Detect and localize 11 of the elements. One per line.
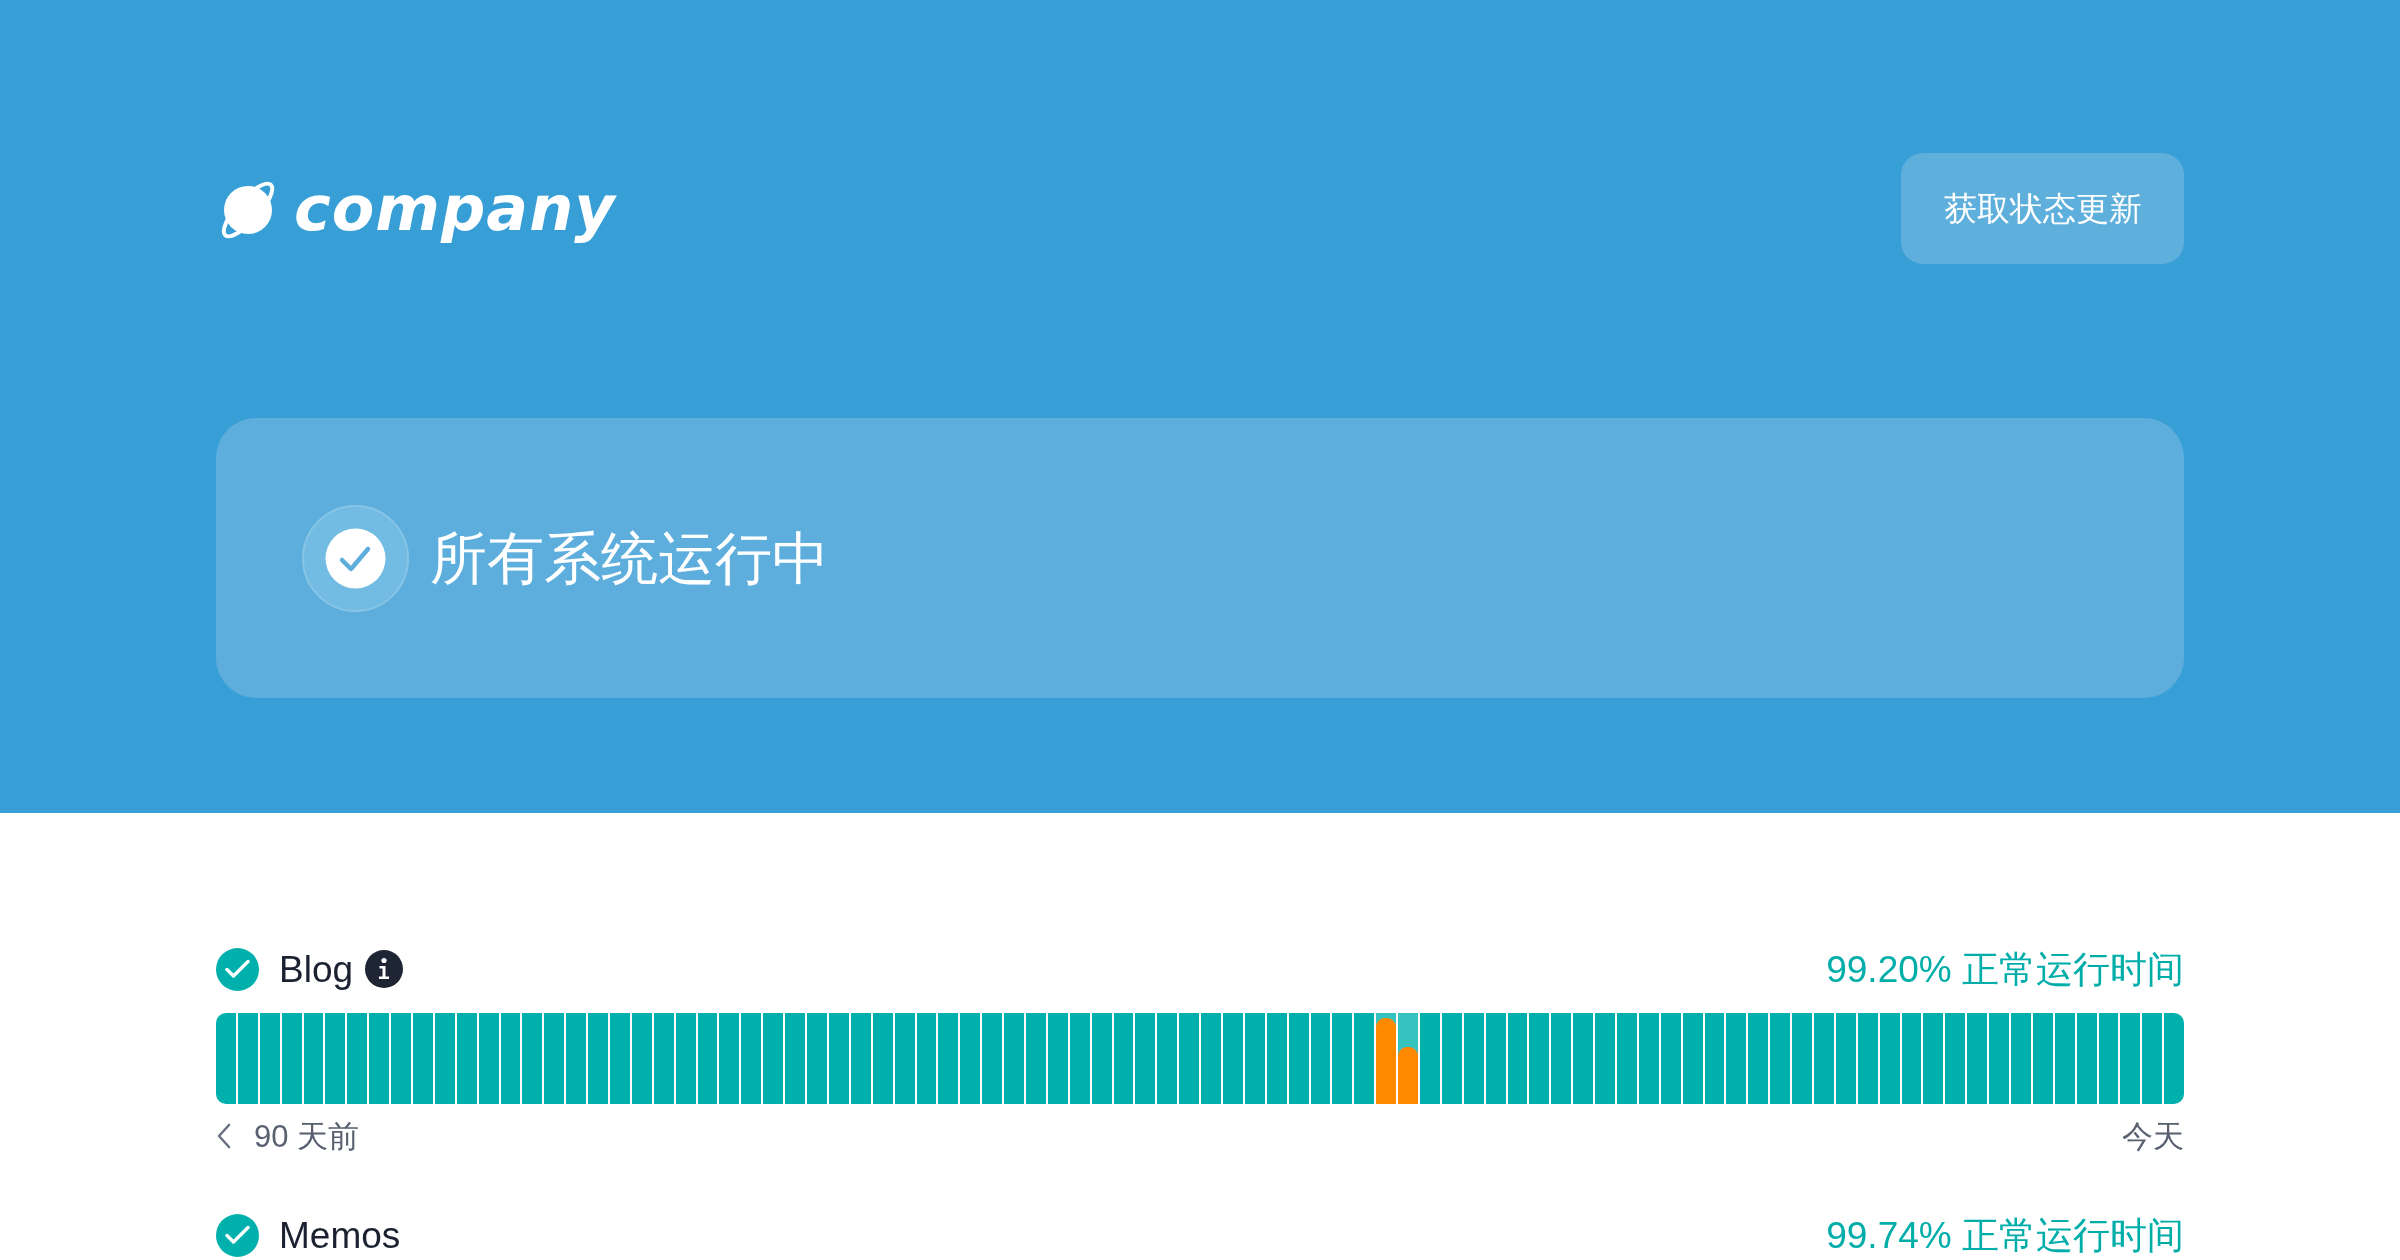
subscribe-button[interactable]: 获取状态更新	[1901, 153, 2184, 264]
range-start-label: 90 天前	[254, 1120, 360, 1152]
component-name: Memos	[279, 1216, 401, 1254]
check-circle-icon	[302, 504, 409, 612]
component-name: Blog	[279, 950, 354, 988]
range-end-label: 今天	[2122, 1120, 2184, 1152]
uptime-percentage: 99.20% 正常运行时间	[1826, 950, 2184, 988]
info-icon[interactable]	[365, 950, 404, 988]
chevron-left-icon[interactable]	[216, 1123, 232, 1149]
uptime-percentage: 99.74% 正常运行时间	[1826, 1216, 2184, 1254]
status-message: 所有系统运行中	[430, 529, 829, 587]
